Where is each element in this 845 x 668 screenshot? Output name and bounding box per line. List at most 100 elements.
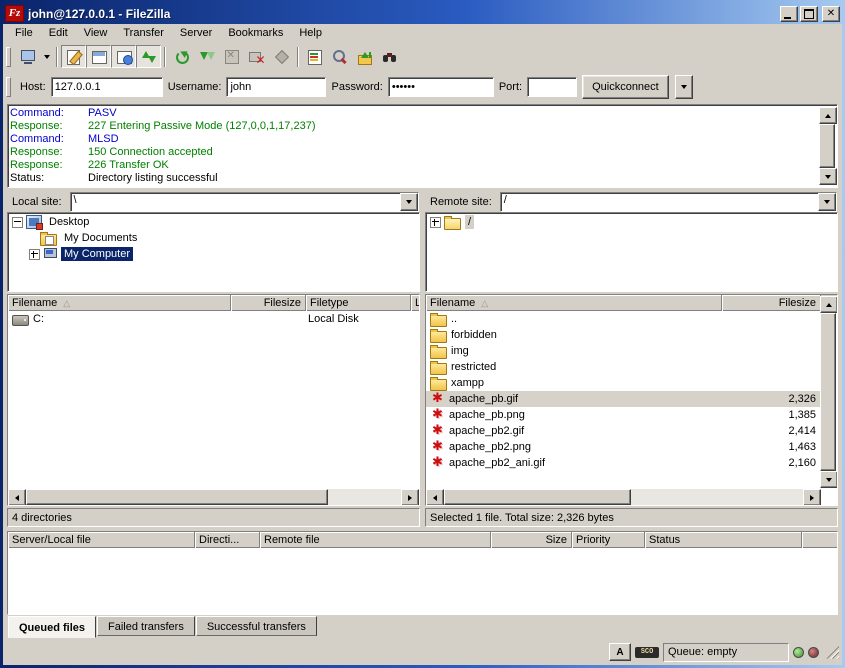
toolbar-gripper[interactable] (6, 47, 11, 67)
maximize-button[interactable] (800, 6, 818, 22)
host-input[interactable] (51, 77, 163, 97)
reconnect-button[interactable] (269, 45, 294, 68)
menu-help[interactable]: Help (291, 26, 330, 40)
host-label: Host: (20, 81, 46, 93)
scrollbar-track[interactable] (631, 489, 803, 505)
log-line-text: 227 Entering Passive Mode (127,0,0,1,17,… (88, 120, 315, 133)
file-row-apache-pb2-png[interactable]: apache_pb2.png1,463 (426, 439, 820, 455)
find-button[interactable] (377, 45, 402, 68)
file-last-modified-cell (408, 311, 419, 327)
toggle-message-log-button[interactable] (61, 45, 86, 68)
remote-horizontal-scrollbar[interactable] (426, 489, 821, 505)
site-manager-button[interactable] (15, 45, 40, 68)
file-row-apache-pb2-ani-gif[interactable]: apache_pb2_ani.gif2,160 (426, 455, 820, 471)
refresh-button[interactable] (169, 45, 194, 68)
scroll-up-button[interactable] (820, 296, 838, 313)
menu-bookmarks[interactable]: Bookmarks (220, 26, 291, 40)
quickconnect-dropdown-button[interactable] (675, 75, 693, 99)
menu-transfer[interactable]: Transfer (115, 26, 172, 40)
file-row-item[interactable]: .. (426, 311, 820, 327)
tab-successful-transfers[interactable]: Successful transfers (196, 616, 317, 636)
scroll-up-button[interactable] (819, 107, 837, 124)
queue-column-server-local-file[interactable]: Server/Local file (8, 532, 195, 548)
file-row-c[interactable]: C:Local Disk (8, 311, 419, 327)
scrollbar-track[interactable] (328, 489, 401, 505)
toggle-remote-tree-button[interactable] (111, 45, 136, 68)
file-row-apache-pb-gif[interactable]: apache_pb.gif2,326 (426, 391, 820, 407)
plus-expander[interactable] (430, 217, 441, 228)
scroll-down-button[interactable] (820, 471, 838, 488)
toggle-local-tree-button[interactable] (86, 45, 111, 68)
local-tree-item-my-computer[interactable]: My Computer (10, 246, 417, 262)
column-header-filetype[interactable]: Filetype (306, 295, 411, 311)
scrollbar-thumb[interactable] (819, 124, 835, 168)
local-site-combobox[interactable]: \ (70, 192, 419, 212)
folder-icon (430, 315, 447, 327)
file-row-apache-pb2-gif[interactable]: apache_pb2.gif2,414 (426, 423, 820, 439)
column-header-filesize[interactable]: Filesize (722, 295, 821, 311)
scroll-left-button[interactable] (8, 489, 26, 506)
file-row-forbidden[interactable]: forbidden (426, 327, 820, 343)
menu-server[interactable]: Server (172, 26, 220, 40)
file-row-img[interactable]: img (426, 343, 820, 359)
scrollbar-thumb[interactable] (820, 313, 836, 471)
queue-column-directi[interactable]: Directi... (195, 532, 260, 548)
file-row-xampp[interactable]: xampp (426, 375, 820, 391)
port-input[interactable] (527, 77, 577, 97)
column-header-filesize[interactable]: Filesize (231, 295, 306, 311)
menu-view[interactable]: View (76, 26, 116, 40)
local-horizontal-scrollbar[interactable] (8, 489, 419, 505)
toggle-queue-button[interactable] (136, 45, 161, 68)
column-header-filename[interactable]: Filename△ (8, 295, 231, 311)
site-manager-dropdown-button[interactable] (40, 45, 53, 68)
compare-button[interactable] (327, 45, 352, 68)
password-label: Password: (331, 81, 382, 93)
menu-edit[interactable]: Edit (41, 26, 76, 40)
scroll-right-button[interactable] (401, 489, 419, 506)
column-header-l[interactable]: L (411, 295, 420, 311)
remote-tree-item-item[interactable]: / (428, 214, 835, 230)
minimize-button[interactable] (780, 6, 798, 22)
tab-failed-transfers[interactable]: Failed transfers (97, 616, 195, 636)
queue-column-priority[interactable]: Priority (572, 532, 645, 548)
transfer-type-indicator[interactable]: A (609, 643, 631, 661)
file-row-apache-pb-png[interactable]: apache_pb.png1,385 (426, 407, 820, 423)
tab-queued-files[interactable]: Queued files (8, 616, 96, 638)
scroll-down-button[interactable] (819, 168, 837, 185)
queue-column-remote-file[interactable]: Remote file (260, 532, 491, 548)
cancel-button[interactable] (219, 45, 244, 68)
remote-site-dropdown-button[interactable] (818, 193, 836, 211)
process-queue-button[interactable] (194, 45, 219, 68)
scrollbar-thumb[interactable] (26, 489, 328, 505)
queue-column-size[interactable]: Size (491, 532, 572, 548)
remote-vertical-scrollbar[interactable] (820, 296, 836, 488)
menu-file[interactable]: File (7, 26, 41, 40)
sync-browsing-button[interactable] (352, 45, 377, 68)
speed-limit-indicator[interactable]: SCO (635, 647, 659, 658)
password-input[interactable] (388, 77, 494, 97)
column-header-filename[interactable]: Filename△ (426, 295, 722, 311)
quickconnect-button[interactable]: Quickconnect (582, 75, 669, 99)
log-line-text: Directory listing successful (88, 172, 218, 185)
minus-expander[interactable] (12, 217, 23, 228)
close-button[interactable]: ✕ (822, 6, 840, 22)
file-row-restricted[interactable]: restricted (426, 359, 820, 375)
file-name-cell: apache_pb2.png (426, 439, 722, 455)
folder-icon (430, 347, 447, 359)
folder-icon (430, 363, 447, 375)
message-log-scrollbar[interactable] (819, 107, 835, 185)
local-tree-item-desktop[interactable]: Desktop (10, 214, 417, 230)
local-tree-item-my-documents[interactable]: My Documents (10, 230, 417, 246)
disconnect-button[interactable] (244, 45, 269, 68)
resize-grip[interactable] (826, 646, 839, 659)
scroll-left-button[interactable] (426, 489, 444, 506)
queue-column-status[interactable]: Status (645, 532, 802, 548)
local-site-dropdown-button[interactable] (400, 193, 418, 211)
toolbar-gripper[interactable] (6, 77, 11, 97)
filter-button[interactable] (302, 45, 327, 68)
plus-expander[interactable] (29, 249, 40, 260)
scrollbar-thumb[interactable] (444, 489, 631, 505)
username-input[interactable] (226, 77, 326, 97)
remote-site-combobox[interactable]: / (500, 192, 837, 212)
scroll-right-button[interactable] (803, 489, 821, 506)
